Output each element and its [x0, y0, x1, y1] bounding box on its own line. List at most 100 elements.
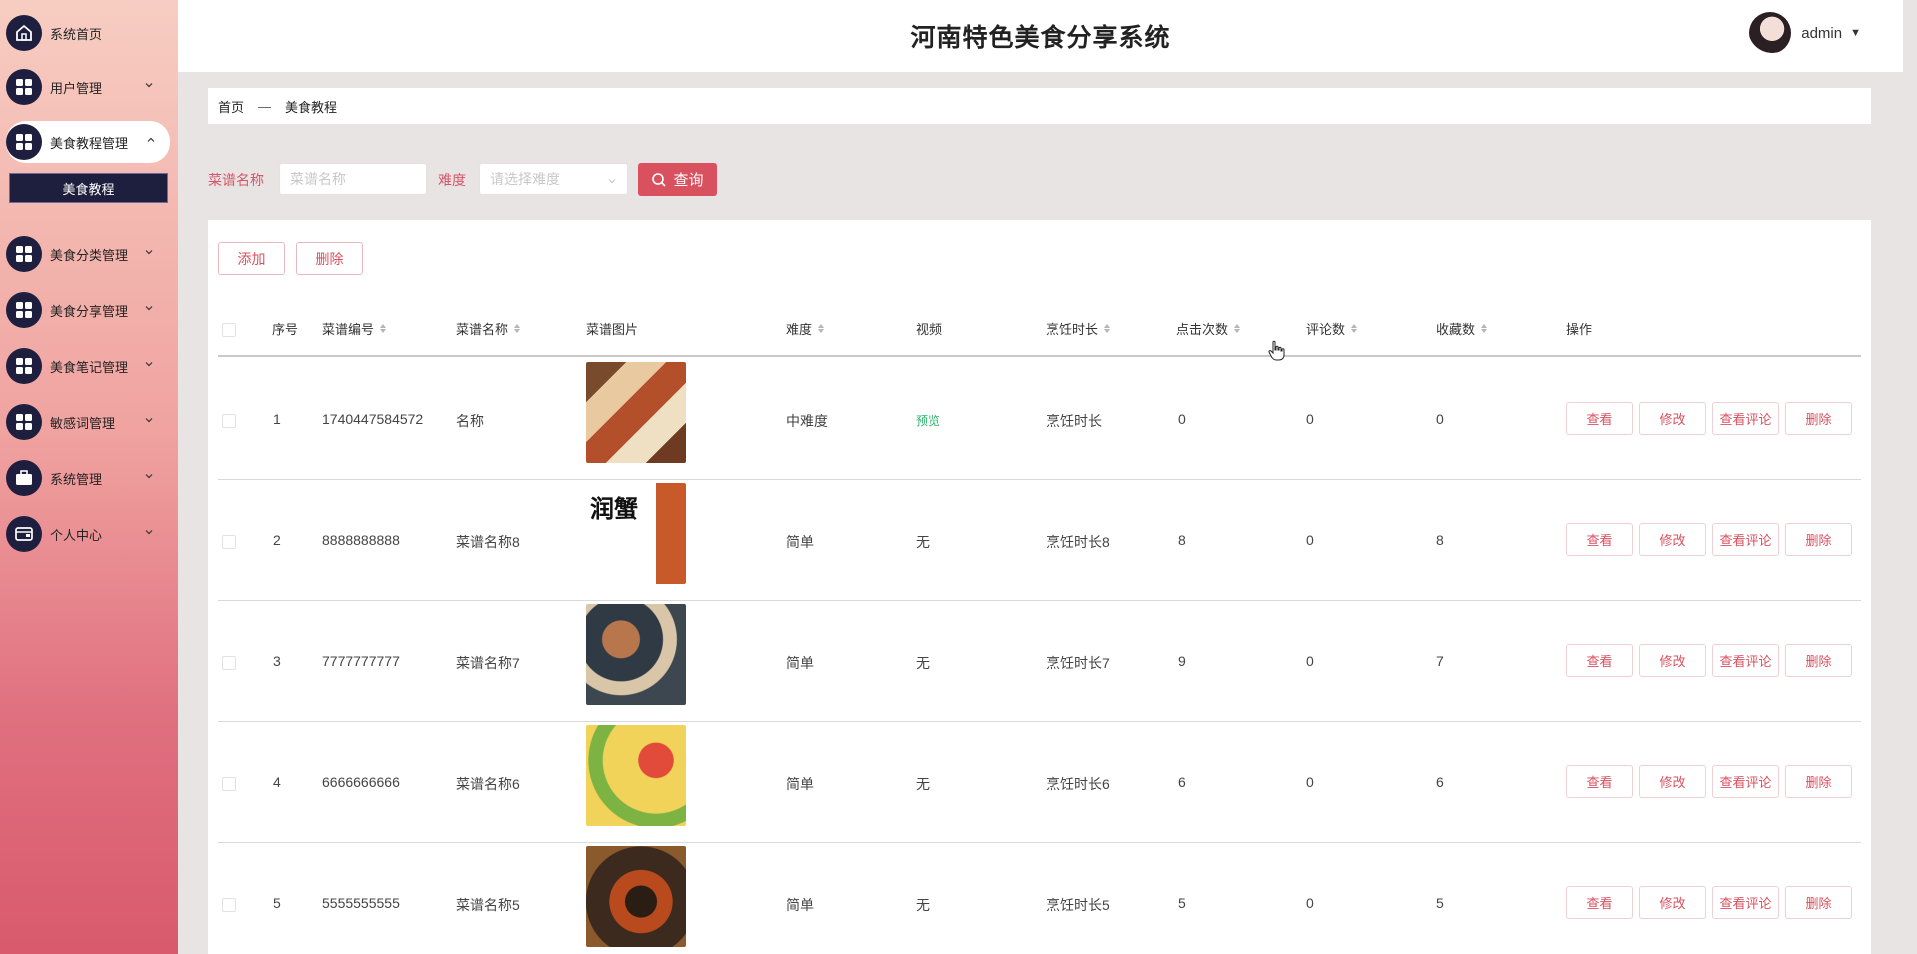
edit-button[interactable]: 修改 [1639, 523, 1706, 556]
sort-icon[interactable] [380, 324, 387, 333]
cell-comments: 0 [1306, 774, 1314, 790]
search-button[interactable]: 查询 [638, 163, 717, 196]
cell-duration: 烹饪时长 [1046, 413, 1102, 429]
sidebar-item-profile[interactable]: 个人中心 [6, 513, 168, 555]
chevron-down-icon [608, 179, 616, 184]
sort-icon[interactable] [818, 324, 825, 333]
sidebar-item-label: 个人中心 [50, 527, 103, 543]
cell-comments: 0 [1306, 532, 1314, 548]
cell-favorites: 7 [1436, 653, 1444, 669]
breadcrumb-current: 美食教程 [285, 99, 338, 115]
cell-video: 无 [916, 776, 930, 792]
view-comments-button[interactable]: 查看评论 [1712, 402, 1779, 435]
sort-icon[interactable] [1104, 324, 1111, 333]
row-delete-button[interactable]: 删除 [1785, 886, 1852, 919]
cell-clicks: 6 [1178, 774, 1186, 790]
edit-button[interactable]: 修改 [1639, 886, 1706, 919]
cell-code: 7777777777 [322, 653, 400, 669]
row-checkbox[interactable] [222, 777, 236, 791]
view-comments-button[interactable]: 查看评论 [1712, 886, 1779, 919]
row-checkbox[interactable] [222, 898, 236, 912]
chevron-down-icon [145, 418, 153, 423]
view-comments-button[interactable]: 查看评论 [1712, 523, 1779, 556]
view-button[interactable]: 查看 [1566, 765, 1633, 798]
grid-icon [6, 348, 42, 384]
th-label: 菜谱名称 [456, 322, 509, 337]
view-comments-button[interactable]: 查看评论 [1712, 765, 1779, 798]
table-header-divider [218, 355, 1861, 357]
sidebar-subitem-food-tutorial[interactable]: 美食教程 [9, 173, 168, 203]
sidebar-item-food-tutorial[interactable]: 美食教程管理 [6, 121, 170, 163]
th-actions: 操作 [1566, 319, 1592, 338]
sidebar-item-sensitive-words[interactable]: 敏感词管理 [6, 401, 168, 443]
sidebar-item-label: 系统首页 [50, 26, 103, 42]
briefcase-icon [6, 460, 42, 496]
sidebar: 系统首页 用户管理 美食教程管理 美食教程 美食分类管理 美食分享管理 美食笔记… [0, 0, 178, 954]
sidebar-item-users[interactable]: 用户管理 [6, 66, 168, 108]
sidebar-item-food-share[interactable]: 美食分享管理 [6, 289, 168, 331]
cell-name: 菜谱名称7 [456, 655, 520, 671]
edit-button[interactable]: 修改 [1639, 644, 1706, 677]
th-code[interactable]: 菜谱编号 [322, 319, 387, 338]
grid-icon [6, 124, 42, 160]
row-checkbox[interactable] [222, 414, 236, 428]
cell-duration: 烹饪时长7 [1046, 655, 1110, 671]
cell-name: 菜谱名称6 [456, 776, 520, 792]
cell-video: 无 [916, 534, 930, 550]
th-clicks[interactable]: 点击次数 [1176, 319, 1241, 338]
video-preview-link[interactable]: 预览 [916, 412, 940, 429]
th-name[interactable]: 菜谱名称 [456, 319, 521, 338]
cell-video: 无 [916, 655, 930, 671]
view-button[interactable]: 查看 [1566, 886, 1633, 919]
view-button[interactable]: 查看 [1566, 644, 1633, 677]
th-difficulty[interactable]: 难度 [786, 319, 825, 338]
avatar [1749, 12, 1792, 54]
recipe-name-label: 菜谱名称 [208, 172, 264, 188]
sort-icon[interactable] [514, 324, 521, 333]
app-title: 河南特色美食分享系统 [910, 24, 1171, 52]
view-button[interactable]: 查看 [1566, 523, 1633, 556]
cell-comments: 0 [1306, 653, 1314, 669]
th-label: 收藏数 [1436, 322, 1476, 337]
sort-icon[interactable] [1234, 324, 1241, 333]
edit-button[interactable]: 修改 [1639, 402, 1706, 435]
recipe-image [586, 725, 686, 826]
top-header: 河南特色美食分享系统 admin ▼ [178, 0, 1903, 72]
sidebar-item-home[interactable]: 系统首页 [6, 12, 168, 54]
difficulty-select[interactable]: 请选择难度 [479, 163, 628, 195]
sidebar-item-food-notes[interactable]: 美食笔记管理 [6, 345, 168, 387]
th-duration[interactable]: 烹饪时长 [1046, 319, 1111, 338]
cell-favorites: 5 [1436, 895, 1444, 911]
row-delete-button[interactable]: 删除 [1785, 765, 1852, 798]
sidebar-item-system[interactable]: 系统管理 [6, 457, 168, 499]
view-button[interactable]: 查看 [1566, 402, 1633, 435]
row-delete-button[interactable]: 删除 [1785, 523, 1852, 556]
recipe-name-input[interactable]: 菜谱名称 [279, 163, 427, 195]
th-label: 点击次数 [1176, 322, 1229, 337]
breadcrumb-home[interactable]: 首页 [218, 97, 244, 116]
add-button[interactable]: 添加 [218, 242, 285, 275]
view-comments-button[interactable]: 查看评论 [1712, 644, 1779, 677]
row-delete-button[interactable]: 删除 [1785, 644, 1852, 677]
delete-button[interactable]: 删除 [296, 242, 363, 275]
row-checkbox[interactable] [222, 535, 236, 549]
chevron-up-icon [147, 137, 155, 142]
th-favorites[interactable]: 收藏数 [1436, 319, 1488, 338]
edit-button[interactable]: 修改 [1639, 765, 1706, 798]
sort-icon[interactable] [1351, 324, 1358, 333]
user-menu[interactable]: admin ▼ [1749, 12, 1861, 54]
cell-difficulty: 简单 [786, 655, 814, 671]
th-comments[interactable]: 评论数 [1306, 319, 1358, 338]
sort-icon[interactable] [1481, 324, 1488, 333]
difficulty-placeholder: 请选择难度 [490, 171, 560, 187]
sidebar-item-label: 美食分类管理 [50, 247, 129, 263]
sidebar-item-food-category[interactable]: 美食分类管理 [6, 233, 168, 275]
cell-name: 菜谱名称8 [456, 534, 520, 550]
row-delete-button[interactable]: 删除 [1785, 402, 1852, 435]
row-checkbox[interactable] [222, 656, 236, 670]
sidebar-item-label: 敏感词管理 [50, 415, 116, 431]
th-index: 序号 [272, 319, 298, 338]
caret-down-icon: ▼ [1850, 27, 1861, 39]
cell-code: 8888888888 [322, 532, 400, 548]
select-all-checkbox[interactable] [222, 323, 236, 337]
